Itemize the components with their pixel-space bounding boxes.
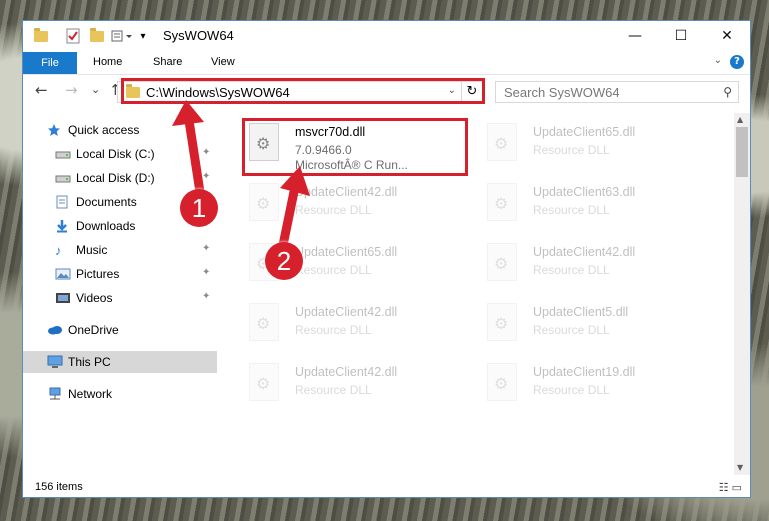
tab-file[interactable]: File: [23, 52, 77, 74]
step-1-badge: 1: [180, 189, 218, 227]
view-toggle-icons[interactable]: ☷ ▭: [719, 481, 742, 494]
sidebar-item-label: Quick access: [68, 123, 140, 137]
sidebar-item-videos[interactable]: Videos ✦: [23, 287, 217, 309]
search-icon[interactable]: ⚲: [723, 85, 732, 99]
forward-button[interactable]: →: [65, 81, 78, 99]
tab-view[interactable]: View: [211, 56, 235, 68]
sidebar-item-label: Pictures: [76, 267, 120, 281]
file-description: Resource DLL: [533, 143, 610, 157]
recent-locations-button[interactable]: ⌄: [91, 83, 100, 96]
scroll-up-icon[interactable]: ▲: [737, 115, 743, 124]
pictures-icon: [55, 267, 71, 281]
file-name: UpdateClient42.dll: [295, 305, 398, 319]
sidebar-item-label: Music: [76, 243, 108, 257]
file-name: UpdateClient63.dll: [533, 185, 636, 199]
folder-icon[interactable]: [31, 26, 51, 46]
expand-ribbon-icon[interactable]: ⌄: [714, 55, 722, 66]
tab-share[interactable]: Share: [153, 56, 182, 68]
drive-icon: [55, 171, 71, 185]
dll-file-icon: [487, 303, 517, 341]
sidebar-item-label: Local Disk (D:): [76, 171, 155, 185]
file-name: UpdateClient65.dll: [533, 125, 636, 139]
pc-icon: [47, 355, 63, 369]
sidebar-item-this-pc[interactable]: This PC: [23, 351, 217, 373]
sidebar-item-label: Documents: [76, 195, 137, 209]
downloads-icon: [55, 219, 71, 233]
window-title: SysWOW64: [163, 28, 234, 43]
customize-toolbar-icon[interactable]: [109, 26, 137, 46]
sidebar-item-label: Local Disk (C:): [76, 147, 155, 161]
item-count: 156 items: [35, 481, 83, 493]
onedrive-icon: [47, 323, 63, 337]
close-button[interactable]: ✕: [704, 21, 750, 51]
pin-icon[interactable]: ✦: [202, 291, 210, 302]
documents-icon: [55, 195, 71, 209]
list-item[interactable]: UpdateClient42.dll Resource DLL: [479, 237, 709, 289]
scrollbar-thumb[interactable]: [736, 127, 748, 177]
file-description: Resource DLL: [533, 383, 610, 397]
sidebar-item-label: OneDrive: [68, 323, 119, 337]
file-description: Resource DLL: [533, 203, 610, 217]
back-button[interactable]: ←: [35, 81, 48, 99]
minimize-button[interactable]: —: [612, 21, 658, 51]
file-description: Resource DLL: [295, 383, 372, 397]
search-input[interactable]: Search SysWOW64 ⚲: [495, 81, 739, 103]
title-bar: ▾ SysWOW64 — ☐ ✕: [23, 21, 750, 51]
help-icon[interactable]: ?: [730, 55, 744, 69]
network-icon: [47, 387, 63, 401]
sidebar-item-network[interactable]: Network: [23, 383, 217, 405]
new-folder-icon[interactable]: [87, 26, 107, 46]
tab-home[interactable]: Home: [93, 56, 122, 68]
ribbon-tabs: File Home Share View ⌄ ?: [23, 52, 750, 75]
dropdown-chevron-icon[interactable]: ▾: [137, 26, 149, 46]
list-item[interactable]: UpdateClient65.dll Resource DLL: [479, 117, 709, 169]
dll-file-icon: [249, 363, 279, 401]
scroll-down-icon[interactable]: ▼: [737, 463, 743, 472]
star-icon: [47, 123, 63, 137]
sidebar-item-label: Downloads: [76, 219, 136, 233]
dll-file-icon: [487, 123, 517, 161]
search-placeholder: Search SysWOW64: [504, 85, 620, 100]
dll-file-icon: [487, 243, 517, 281]
dll-file-icon: [487, 363, 517, 401]
file-description: Resource DLL: [533, 323, 610, 337]
status-bar: 156 items ☷ ▭: [23, 477, 750, 497]
videos-icon: [55, 291, 71, 305]
file-description: Resource DLL: [295, 323, 372, 337]
list-item[interactable]: UpdateClient19.dll Resource DLL: [479, 357, 709, 409]
vertical-scrollbar[interactable]: ▲ ▼: [734, 113, 750, 475]
file-name: UpdateClient5.dll: [533, 305, 629, 319]
list-item[interactable]: UpdateClient5.dll Resource DLL: [479, 297, 709, 349]
sidebar-item-label: Videos: [76, 291, 113, 305]
list-item[interactable]: UpdateClient42.dll Resource DLL: [241, 297, 471, 349]
step-2-badge: 2: [265, 242, 303, 280]
file-name: UpdateClient42.dll: [295, 365, 398, 379]
music-icon: ♪: [55, 243, 62, 258]
list-item[interactable]: UpdateClient63.dll Resource DLL: [479, 177, 709, 229]
drive-icon: [55, 147, 71, 161]
file-name: UpdateClient42.dll: [533, 245, 636, 259]
maximize-button[interactable]: ☐: [658, 21, 704, 51]
sidebar-item-label: This PC: [68, 355, 111, 369]
list-item[interactable]: UpdateClient42.dll Resource DLL: [241, 357, 471, 409]
file-name: UpdateClient19.dll: [533, 365, 636, 379]
properties-icon[interactable]: [63, 26, 83, 46]
dll-file-icon: [249, 303, 279, 341]
dll-file-icon: [487, 183, 517, 221]
sidebar-item-onedrive[interactable]: OneDrive: [23, 319, 217, 341]
sidebar-item-label: Network: [68, 387, 113, 401]
file-description: Resource DLL: [533, 263, 610, 277]
